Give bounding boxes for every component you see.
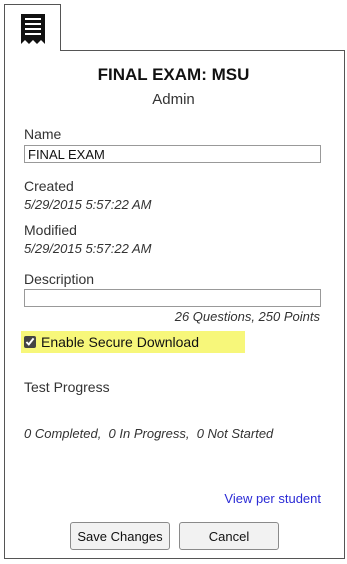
document-list-icon [21, 14, 45, 44]
name-field[interactable] [24, 145, 321, 163]
created-value: 5/29/2015 5:57:22 AM [24, 197, 152, 212]
description-field[interactable] [24, 289, 321, 307]
test-progress-values: 0 Completed, 0 In Progress, 0 Not Starte… [24, 426, 274, 441]
test-progress-label: Test Progress [24, 379, 110, 395]
modified-label: Modified [24, 222, 77, 238]
created-label: Created [24, 178, 74, 194]
description-label: Description [24, 271, 95, 287]
view-per-student-link[interactable]: View per student [224, 491, 321, 506]
secure-download-option[interactable]: Enable Secure Download [21, 331, 245, 353]
secure-download-checkbox[interactable] [24, 336, 36, 348]
secure-download-label: Enable Secure Download [41, 334, 199, 350]
page-subtitle: Admin [152, 91, 195, 108]
modified-value: 5/29/2015 5:57:22 AM [24, 241, 152, 256]
test-summary: 26 Questions, 250 Points [174, 309, 320, 324]
save-changes-button[interactable]: Save Changes [70, 522, 170, 550]
test-tab[interactable] [4, 4, 61, 51]
cancel-button[interactable]: Cancel [179, 522, 279, 550]
page-title: FINAL EXAM: MSU [97, 65, 250, 84]
name-label: Name [24, 126, 62, 142]
